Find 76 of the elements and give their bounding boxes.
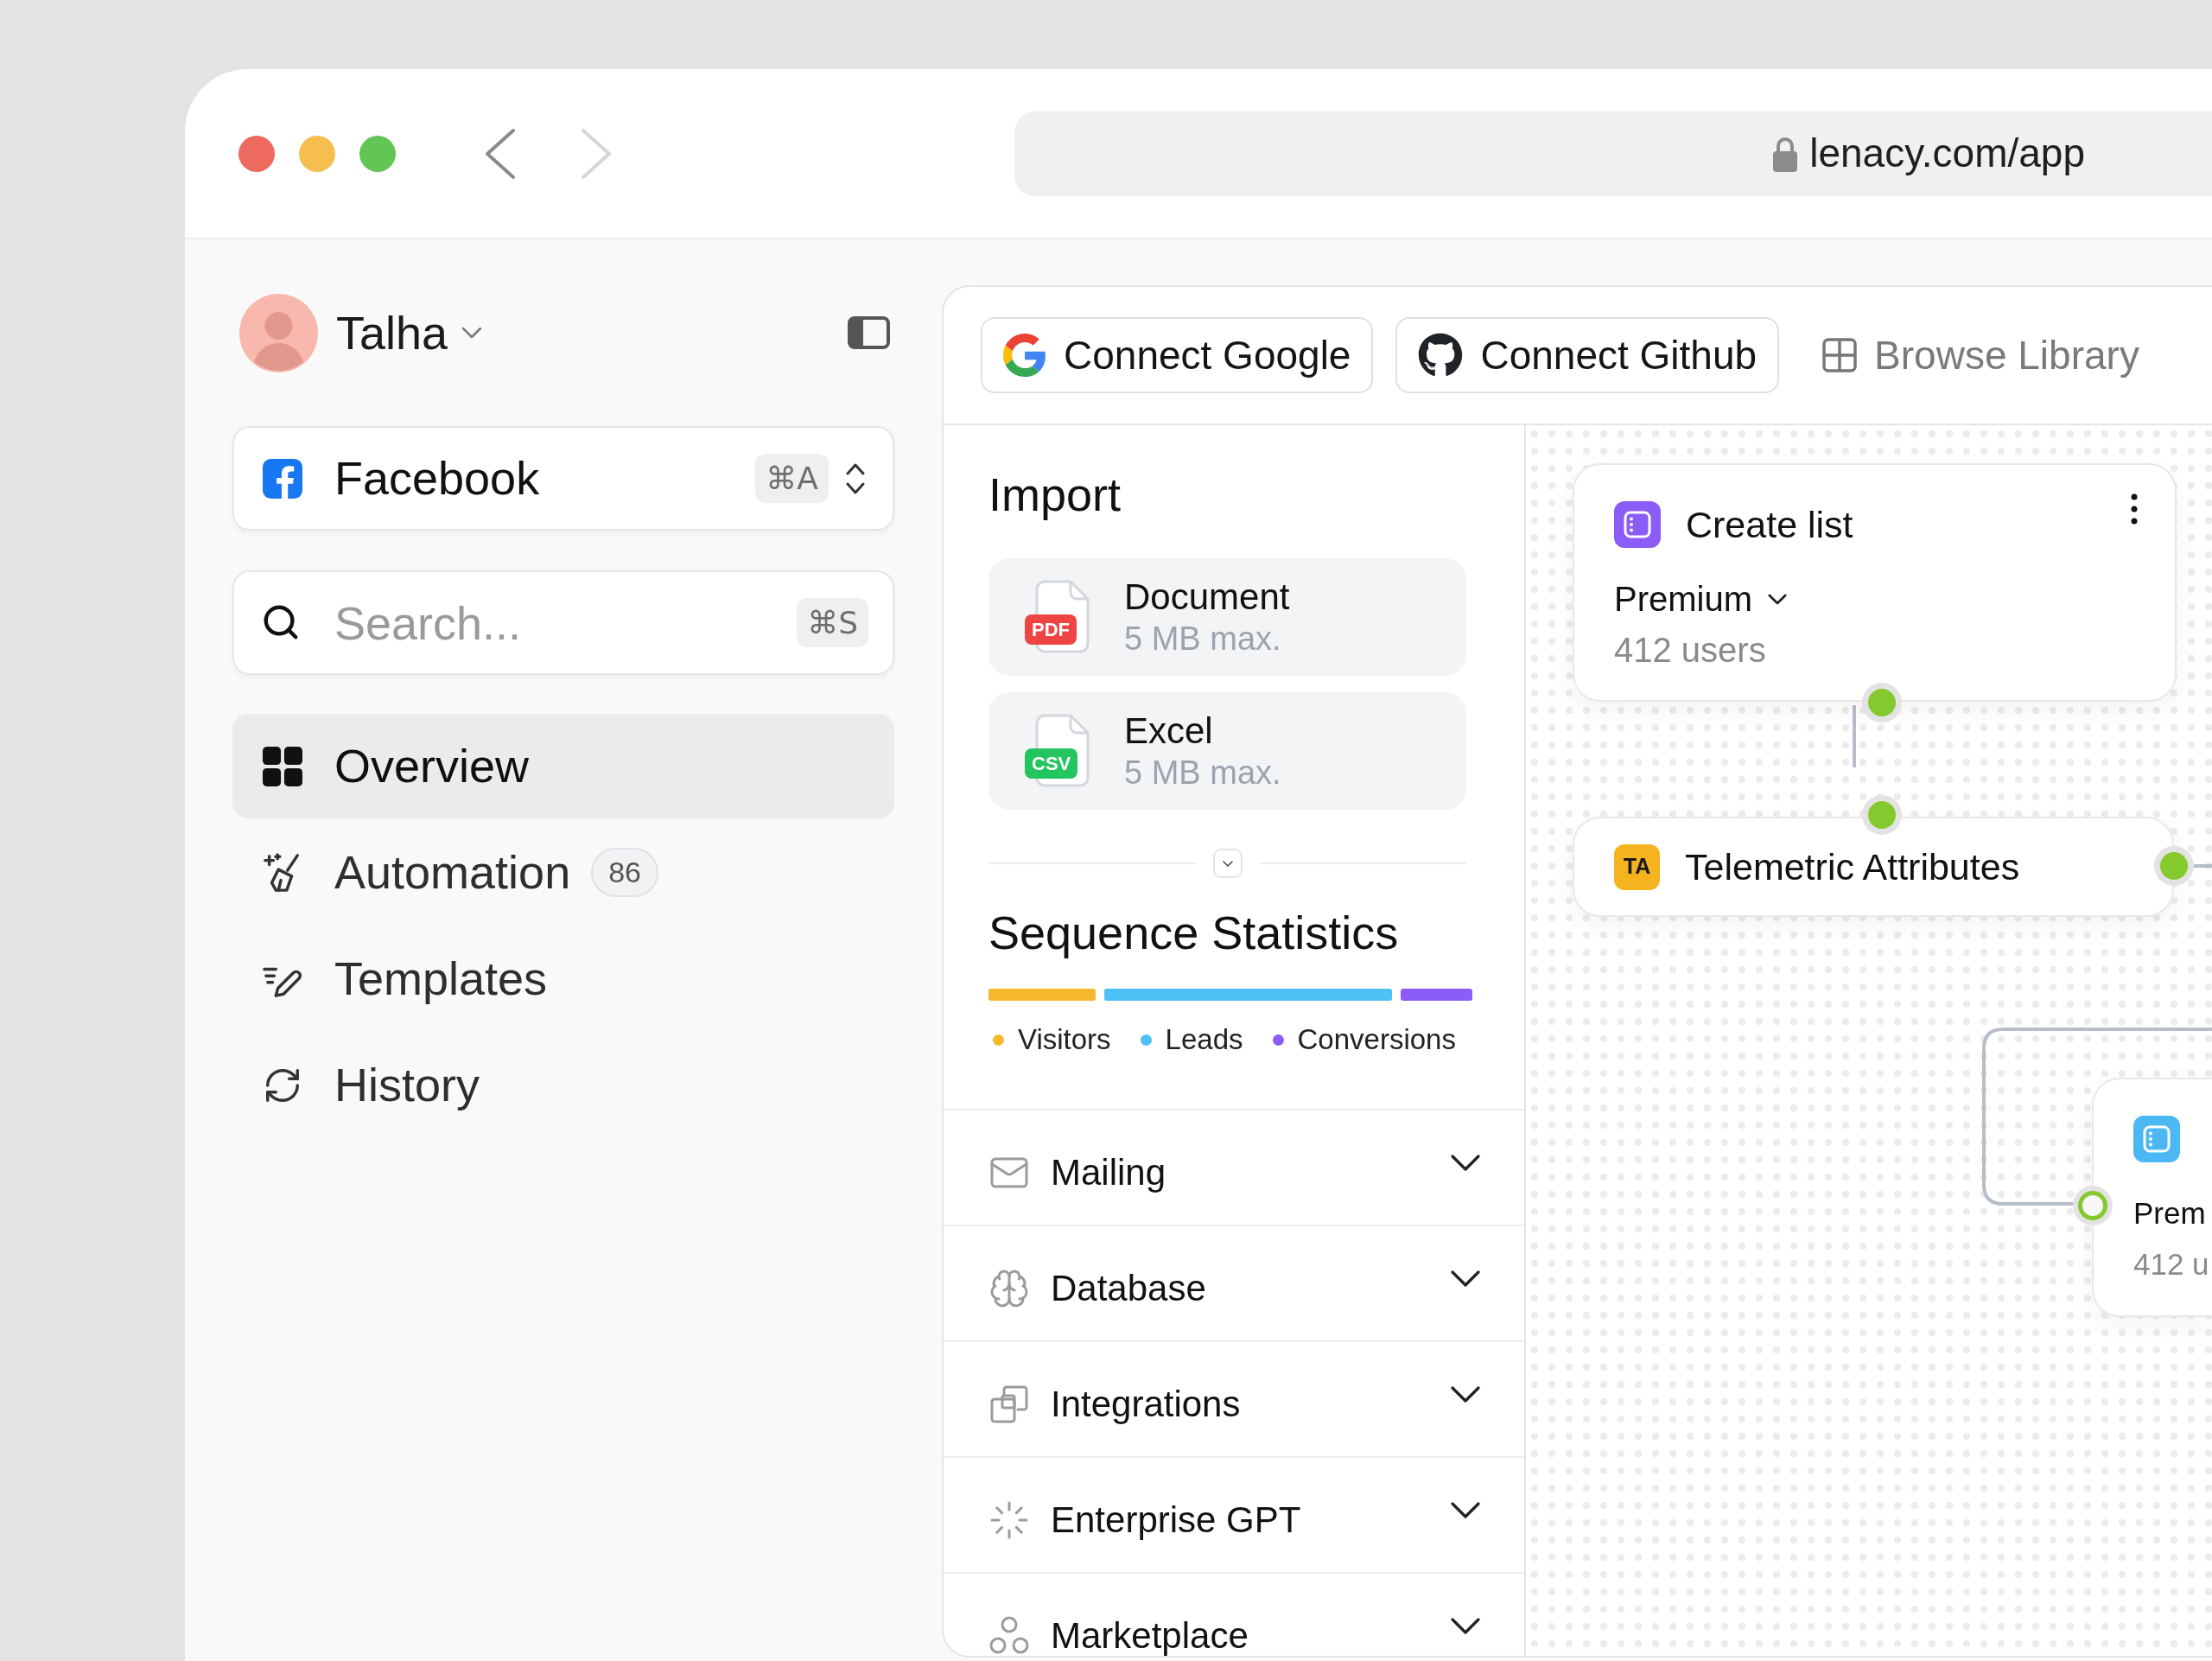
accordion-label: Database <box>1051 1268 1206 1309</box>
nav-item[interactable]: Automation 86 <box>232 820 894 925</box>
accordion-label: Mailing <box>1051 1152 1166 1193</box>
initials-badge: TA <box>1614 843 1660 890</box>
url-text: lenacy.com/app <box>1809 130 2085 177</box>
chevron-down-icon <box>1222 860 1233 867</box>
expand-button[interactable] <box>1212 849 1243 878</box>
lock-icon <box>1773 135 1798 172</box>
maximize-button[interactable] <box>359 135 396 172</box>
file-type-badge: PDF <box>1025 614 1077 645</box>
grid-icon <box>1822 338 1858 372</box>
minimize-button[interactable] <box>299 135 335 172</box>
node-title: Create list <box>1686 503 1853 547</box>
connection-handle[interactable] <box>1862 795 1902 835</box>
toolbar-button[interactable]: Connect Github <box>1395 317 1780 393</box>
list-dropdown[interactable]: Prem <box>2133 1192 2206 1235</box>
squares-icon <box>988 1384 1030 1425</box>
nav-item[interactable]: Overview <box>232 714 894 818</box>
file-size-limit: 5 MB max. <box>1124 754 1281 792</box>
accordion-row[interactable]: Enterprise GPT <box>944 1458 1524 1574</box>
connector-line <box>1853 705 1856 767</box>
count-badge: 86 <box>591 848 658 897</box>
legend-label: Visitors <box>1018 1022 1111 1057</box>
connection-handle[interactable] <box>2073 1186 2113 1225</box>
connection-handle[interactable] <box>2154 846 2194 886</box>
chevron-down-icon <box>1768 593 1788 605</box>
accordion-row[interactable]: Mailing <box>944 1111 1524 1226</box>
user-count: 412 u <box>2133 1246 2209 1282</box>
back-button[interactable] <box>485 127 516 180</box>
workflow-node[interactable]: Create list Premium 412 users <box>1573 463 2177 702</box>
accordion-label: Enterprise GPT <box>1051 1499 1301 1541</box>
file-type-badge: CSV <box>1025 748 1078 779</box>
workspace-switcher[interactable]: Facebook ⌘A <box>232 426 894 531</box>
connection-handle[interactable] <box>1862 683 1902 722</box>
address-bar[interactable]: lenacy.com/app <box>1014 111 2212 196</box>
grid-icon <box>263 746 302 786</box>
nav-item[interactable]: History <box>232 1033 894 1137</box>
chevron-down-icon <box>461 327 483 339</box>
sidebar-icon <box>848 316 890 349</box>
accordion-label: Integrations <box>1051 1384 1241 1425</box>
sidebar-toggle-button[interactable] <box>848 316 890 349</box>
accordion-row[interactable]: Marketplace <box>944 1574 1524 1656</box>
accordion-label: Marketplace <box>1051 1615 1249 1656</box>
legend-label: Conversions <box>1297 1022 1456 1057</box>
avatar[interactable] <box>239 293 318 372</box>
more-icon[interactable] <box>2131 493 2138 525</box>
section-heading: Import <box>988 468 1122 522</box>
cat-logo-icon <box>1418 333 1464 378</box>
nav-item[interactable]: Templates <box>232 926 894 1031</box>
brain-icon <box>988 1268 1030 1309</box>
shortcut-hint: ⌘A <box>755 454 829 503</box>
loader-icon <box>988 1499 1030 1541</box>
section-heading: Sequence Statistics <box>988 906 1400 960</box>
toolbar-button[interactable]: Connect Google <box>981 317 1374 393</box>
list-dropdown[interactable]: Premium <box>1614 577 1788 620</box>
g-logo-icon <box>1003 334 1046 377</box>
file-upload-option[interactable]: PDF Document 5 MB max. <box>988 558 1466 676</box>
file-size-limit: 5 MB max. <box>1124 620 1282 659</box>
user-menu-button[interactable]: Talha <box>336 297 483 368</box>
circles-icon <box>988 1615 1030 1656</box>
file-upload-option[interactable]: CSV Excel 5 MB max. <box>988 692 1466 810</box>
file-name: Excel <box>1124 710 1214 753</box>
accordion-row[interactable]: Database <box>944 1226 1524 1342</box>
user-count: 412 users <box>1614 630 1766 671</box>
up-down-chevron-icon <box>846 462 865 494</box>
f-logo-icon <box>263 458 302 499</box>
workflow-node[interactable]: TA Telemetric Attributes <box>1573 817 2174 917</box>
file-name: Document <box>1124 576 1290 619</box>
close-button[interactable] <box>238 135 275 172</box>
legend-label: Leads <box>1165 1022 1243 1057</box>
workflow-node[interactable]: Prem 412 u <box>2092 1078 2212 1317</box>
node-title: Telemetric Attributes <box>1685 844 2020 889</box>
toolbar-button[interactable]: Browse Library <box>1802 317 2160 393</box>
shortcut-hint: ⌘S <box>797 598 868 647</box>
accordion-row[interactable]: Integrations <box>944 1342 1524 1458</box>
connector-line <box>2194 864 2212 868</box>
